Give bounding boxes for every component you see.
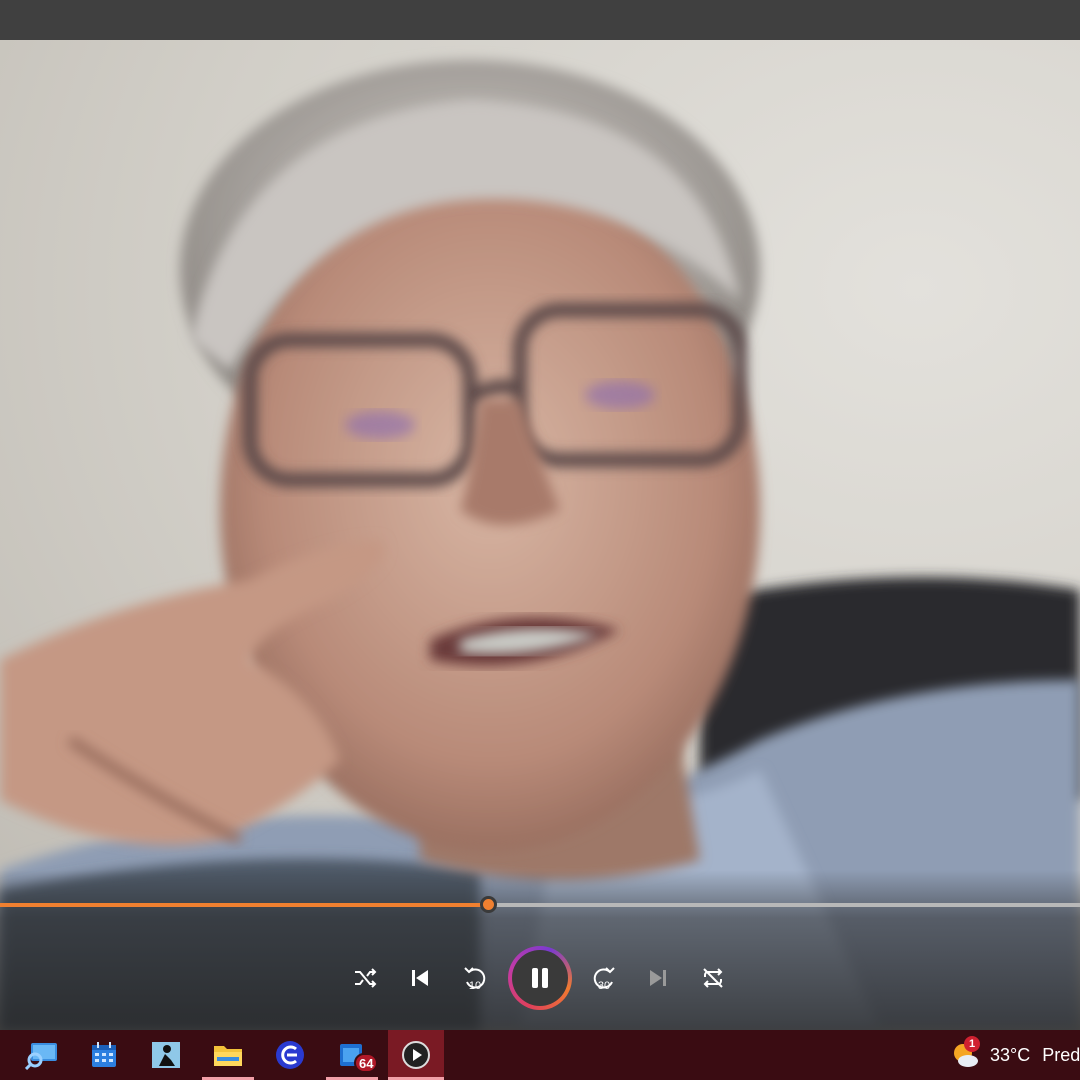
forward-button[interactable]: 30 — [584, 958, 624, 998]
taskbar-app-reader[interactable] — [140, 1030, 192, 1080]
media-player-icon — [402, 1041, 430, 1069]
weather-temperature: 33°C — [990, 1044, 1031, 1065]
notification-badge: 64 — [354, 1053, 379, 1073]
pause-icon — [532, 968, 548, 988]
window-titlebar — [0, 0, 1080, 40]
seek-bar-progress — [0, 903, 488, 907]
taskbar-app-media-player[interactable] — [388, 1030, 444, 1080]
svg-text:10: 10 — [469, 980, 481, 992]
skip-previous-icon — [412, 970, 428, 986]
repeat-button[interactable] — [693, 958, 733, 998]
repeat-icon — [703, 968, 723, 988]
forward-30-icon: 30 — [593, 967, 615, 992]
folder-icon — [214, 1046, 242, 1066]
taskbar: 64 — [0, 1030, 1080, 1080]
previous-button[interactable] — [400, 958, 440, 998]
taskbar-app-calendar[interactable] — [78, 1030, 130, 1080]
taskbar-app-search[interactable] — [16, 1030, 68, 1080]
weather-text: Pred — [1042, 1044, 1080, 1065]
taskbar-app-browser[interactable] — [264, 1030, 316, 1080]
shuffle-button[interactable] — [345, 958, 385, 998]
svg-text:30: 30 — [598, 980, 610, 992]
seek-bar[interactable] — [0, 903, 1080, 907]
browser-icon — [276, 1041, 304, 1069]
seek-bar-thumb[interactable] — [480, 896, 497, 913]
taskbar-app-file-explorer[interactable] — [202, 1030, 254, 1080]
rewind-10-icon: 10 — [464, 967, 486, 992]
pause-button[interactable] — [508, 946, 572, 1010]
weather-icon: 1 — [950, 1036, 980, 1070]
reader-icon — [152, 1042, 180, 1068]
calendar-icon — [92, 1042, 116, 1067]
taskbar-app-store[interactable]: 64 — [326, 1030, 379, 1080]
skip-next-icon — [650, 970, 666, 986]
search-monitor-icon — [25, 1043, 57, 1070]
weather-badge: 1 — [964, 1036, 980, 1052]
next-button[interactable] — [638, 958, 678, 998]
rewind-button[interactable]: 10 — [455, 958, 495, 998]
weather-widget[interactable]: 1 33°C Pred — [950, 1030, 1080, 1080]
shuffle-icon — [355, 968, 377, 988]
